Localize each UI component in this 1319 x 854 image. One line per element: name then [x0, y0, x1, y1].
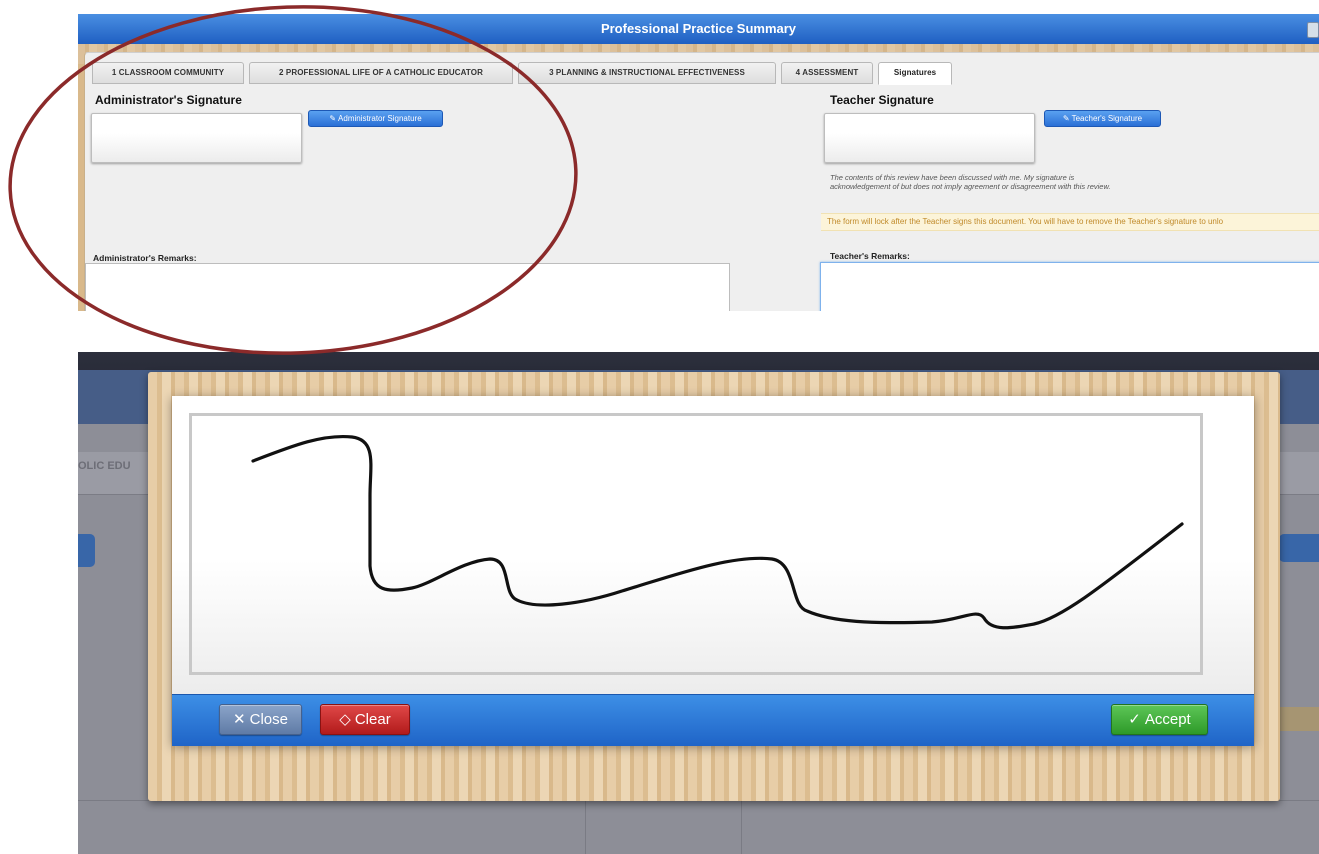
page-title: Professional Practice Summary	[600, 21, 797, 36]
background-button-left	[78, 534, 95, 567]
x-icon: ✕	[233, 711, 246, 728]
top-screenshot: Professional Practice Summary 1 CLASSROO…	[78, 14, 1319, 311]
teacher-signature-button-label: Teacher's Signature	[1071, 114, 1143, 123]
clear-button[interactable]: ◇ Clear	[320, 704, 410, 735]
tab-signatures[interactable]: Signatures	[878, 62, 952, 85]
admin-signature-heading: Administrator's Signature	[95, 93, 242, 107]
accept-button-label: Accept	[1144, 711, 1191, 728]
background-button-right	[1279, 534, 1319, 562]
tab-assessment[interactable]: 4 ASSESSMENT	[781, 62, 873, 84]
signature-icon: ✎	[1062, 114, 1070, 123]
close-button-label: Close	[249, 711, 288, 728]
title-bar: Professional Practice Summary	[78, 14, 1319, 45]
admin-remarks-field[interactable]	[85, 263, 730, 311]
admin-remarks-label: Administrator's Remarks:	[93, 253, 197, 263]
teacher-signature-heading: Teacher Signature	[830, 93, 934, 107]
bottom-screenshot: OLIC EDU ✕ Close ◇ Clear ✓ Accept	[78, 352, 1319, 854]
teacher-remarks-field[interactable]	[820, 262, 1319, 311]
background-divider	[741, 800, 742, 854]
clear-button-label: Clear	[354, 711, 391, 728]
signature-icon: ✎	[329, 114, 337, 123]
background-divider	[585, 800, 586, 854]
signature-dialog-footer: ✕ Close ◇ Clear ✓ Accept	[172, 694, 1254, 746]
lock-warning: The form will lock after the Teacher sig…	[821, 213, 1319, 231]
close-button[interactable]: ✕ Close	[219, 704, 302, 735]
signature-dialog: ✕ Close ◇ Clear ✓ Accept	[172, 396, 1254, 746]
eraser-icon: ◇	[339, 711, 351, 728]
admin-signature-button[interactable]: ✎ Administrator Signature	[308, 110, 443, 127]
form-panel: 1 CLASSROOM COMMUNITY 2 PROFESSIONAL LIF…	[84, 52, 1319, 311]
teacher-signature-box[interactable]	[824, 113, 1035, 163]
admin-signature-button-label: Administrator Signature	[338, 114, 422, 123]
background-warning-tint	[1279, 707, 1319, 731]
checkmark-icon: ✓	[1128, 711, 1141, 728]
teacher-disclaimer: The contents of this review have been di…	[830, 173, 1111, 191]
admin-signature-box[interactable]	[91, 113, 302, 163]
tab-professional-life[interactable]: 2 PROFESSIONAL LIFE OF A CATHOLIC EDUCAT…	[249, 62, 513, 84]
window-corner-button[interactable]	[1307, 22, 1319, 38]
teacher-remarks-label: Teacher's Remarks:	[830, 251, 910, 261]
background-tab-text: OLIC EDU	[78, 460, 131, 472]
tab-planning-instructional[interactable]: 3 PLANNING & INSTRUCTIONAL EFFECTIVENESS	[518, 62, 776, 84]
teacher-signature-button[interactable]: ✎ Teacher's Signature	[1044, 110, 1161, 127]
accept-button[interactable]: ✓ Accept	[1111, 704, 1208, 735]
signature-dialog-frame: ✕ Close ◇ Clear ✓ Accept	[148, 372, 1280, 801]
signature-stroke	[251, 434, 1184, 630]
tab-classroom-community[interactable]: 1 CLASSROOM COMMUNITY	[92, 62, 244, 84]
signature-canvas-area[interactable]	[172, 396, 1254, 694]
